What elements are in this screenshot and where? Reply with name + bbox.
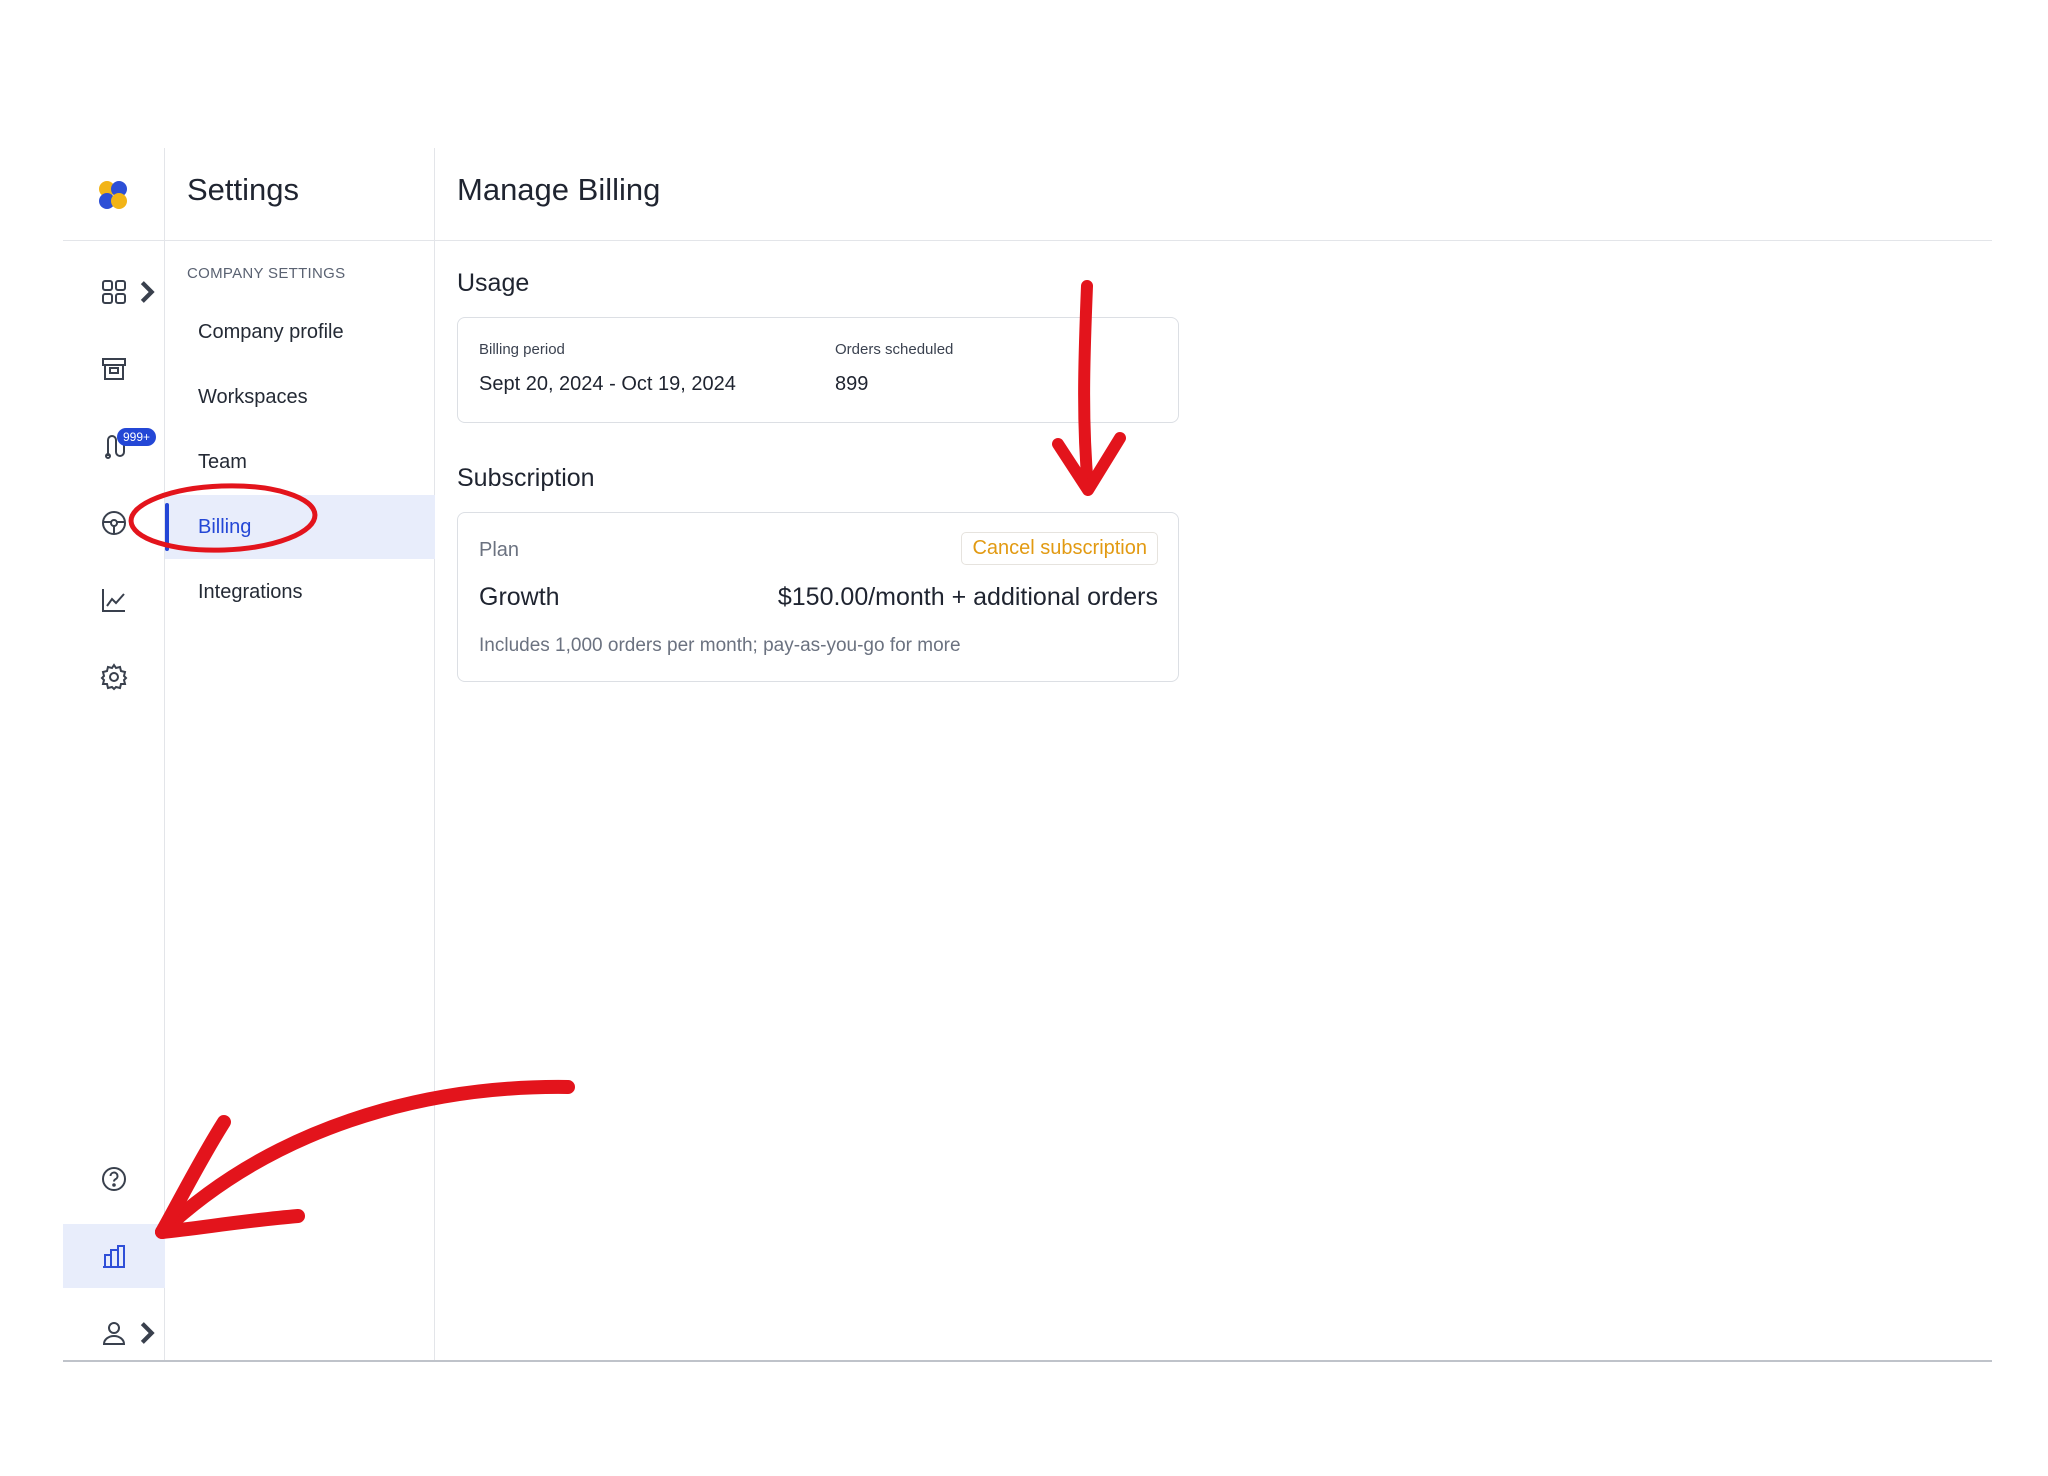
chevron-right-icon bbox=[140, 281, 155, 303]
sidebar-item-billing[interactable]: Billing bbox=[165, 495, 435, 559]
chevron-right-icon bbox=[140, 1322, 155, 1344]
rail-item-account[interactable] bbox=[63, 1301, 165, 1365]
sidebar-item-team[interactable]: Team bbox=[165, 430, 435, 494]
page-title: Manage Billing bbox=[457, 172, 661, 207]
rail-item-archive[interactable] bbox=[63, 337, 165, 401]
app-window: 999+ Settings COMPANY SETTINGS Company p… bbox=[63, 148, 1992, 1362]
plan-description: Includes 1,000 orders per month; pay-as-… bbox=[479, 635, 961, 656]
section-label: COMPANY SETTINGS bbox=[187, 265, 346, 282]
plan-label: Plan bbox=[479, 539, 520, 561]
usage-heading: Usage bbox=[457, 269, 530, 297]
subscription-card: Plan Cancel subscription Growth $150.00/… bbox=[457, 512, 1179, 682]
plan-name: Growth bbox=[479, 583, 560, 611]
cancel-subscription-button[interactable]: Cancel subscription bbox=[961, 532, 1158, 565]
gear-icon bbox=[100, 663, 128, 691]
rail-item-help[interactable] bbox=[63, 1147, 165, 1211]
icon-rail: 999+ bbox=[63, 148, 165, 1360]
billing-period-value: Sept 20, 2024 - Oct 19, 2024 bbox=[479, 373, 736, 395]
rail-item-apps[interactable] bbox=[63, 260, 165, 324]
rail-item-drivers[interactable] bbox=[63, 491, 165, 555]
rail-item-routes[interactable]: 999+ bbox=[63, 414, 165, 478]
building-icon bbox=[103, 1245, 125, 1268]
rail-item-settings[interactable] bbox=[63, 645, 165, 709]
divider bbox=[63, 240, 165, 241]
subscription-heading: Subscription bbox=[457, 464, 595, 492]
plan-price: $150.00/month + additional orders bbox=[777, 583, 1158, 611]
notification-badge: 999+ bbox=[117, 428, 157, 446]
rail-item-analytics[interactable] bbox=[63, 568, 165, 632]
orders-scheduled-label: Orders scheduled bbox=[835, 341, 954, 358]
grid-icon bbox=[102, 280, 126, 304]
steering-wheel-icon bbox=[102, 511, 126, 535]
sidebar-item-integrations[interactable]: Integrations bbox=[165, 560, 435, 624]
usage-card: Billing period Sept 20, 2024 - Oct 19, 2… bbox=[457, 317, 1179, 423]
chart-line-icon bbox=[102, 589, 125, 612]
sidebar-item-company-profile[interactable]: Company profile bbox=[165, 300, 435, 364]
logo-icon[interactable] bbox=[96, 178, 130, 212]
orders-scheduled-value: 899 bbox=[835, 373, 869, 395]
sidebar-item-workspaces[interactable]: Workspaces bbox=[165, 365, 435, 429]
archive-icon bbox=[102, 358, 126, 380]
rail-item-company[interactable] bbox=[63, 1224, 165, 1288]
sidebar-title: Settings bbox=[187, 172, 300, 207]
settings-sidebar: Settings COMPANY SETTINGS Company profil… bbox=[165, 148, 435, 1360]
billing-period-label: Billing period bbox=[479, 341, 565, 358]
main-content: Manage Billing Usage Billing period Sept… bbox=[436, 148, 1992, 1360]
help-icon bbox=[102, 1167, 126, 1191]
user-icon bbox=[102, 1322, 126, 1345]
